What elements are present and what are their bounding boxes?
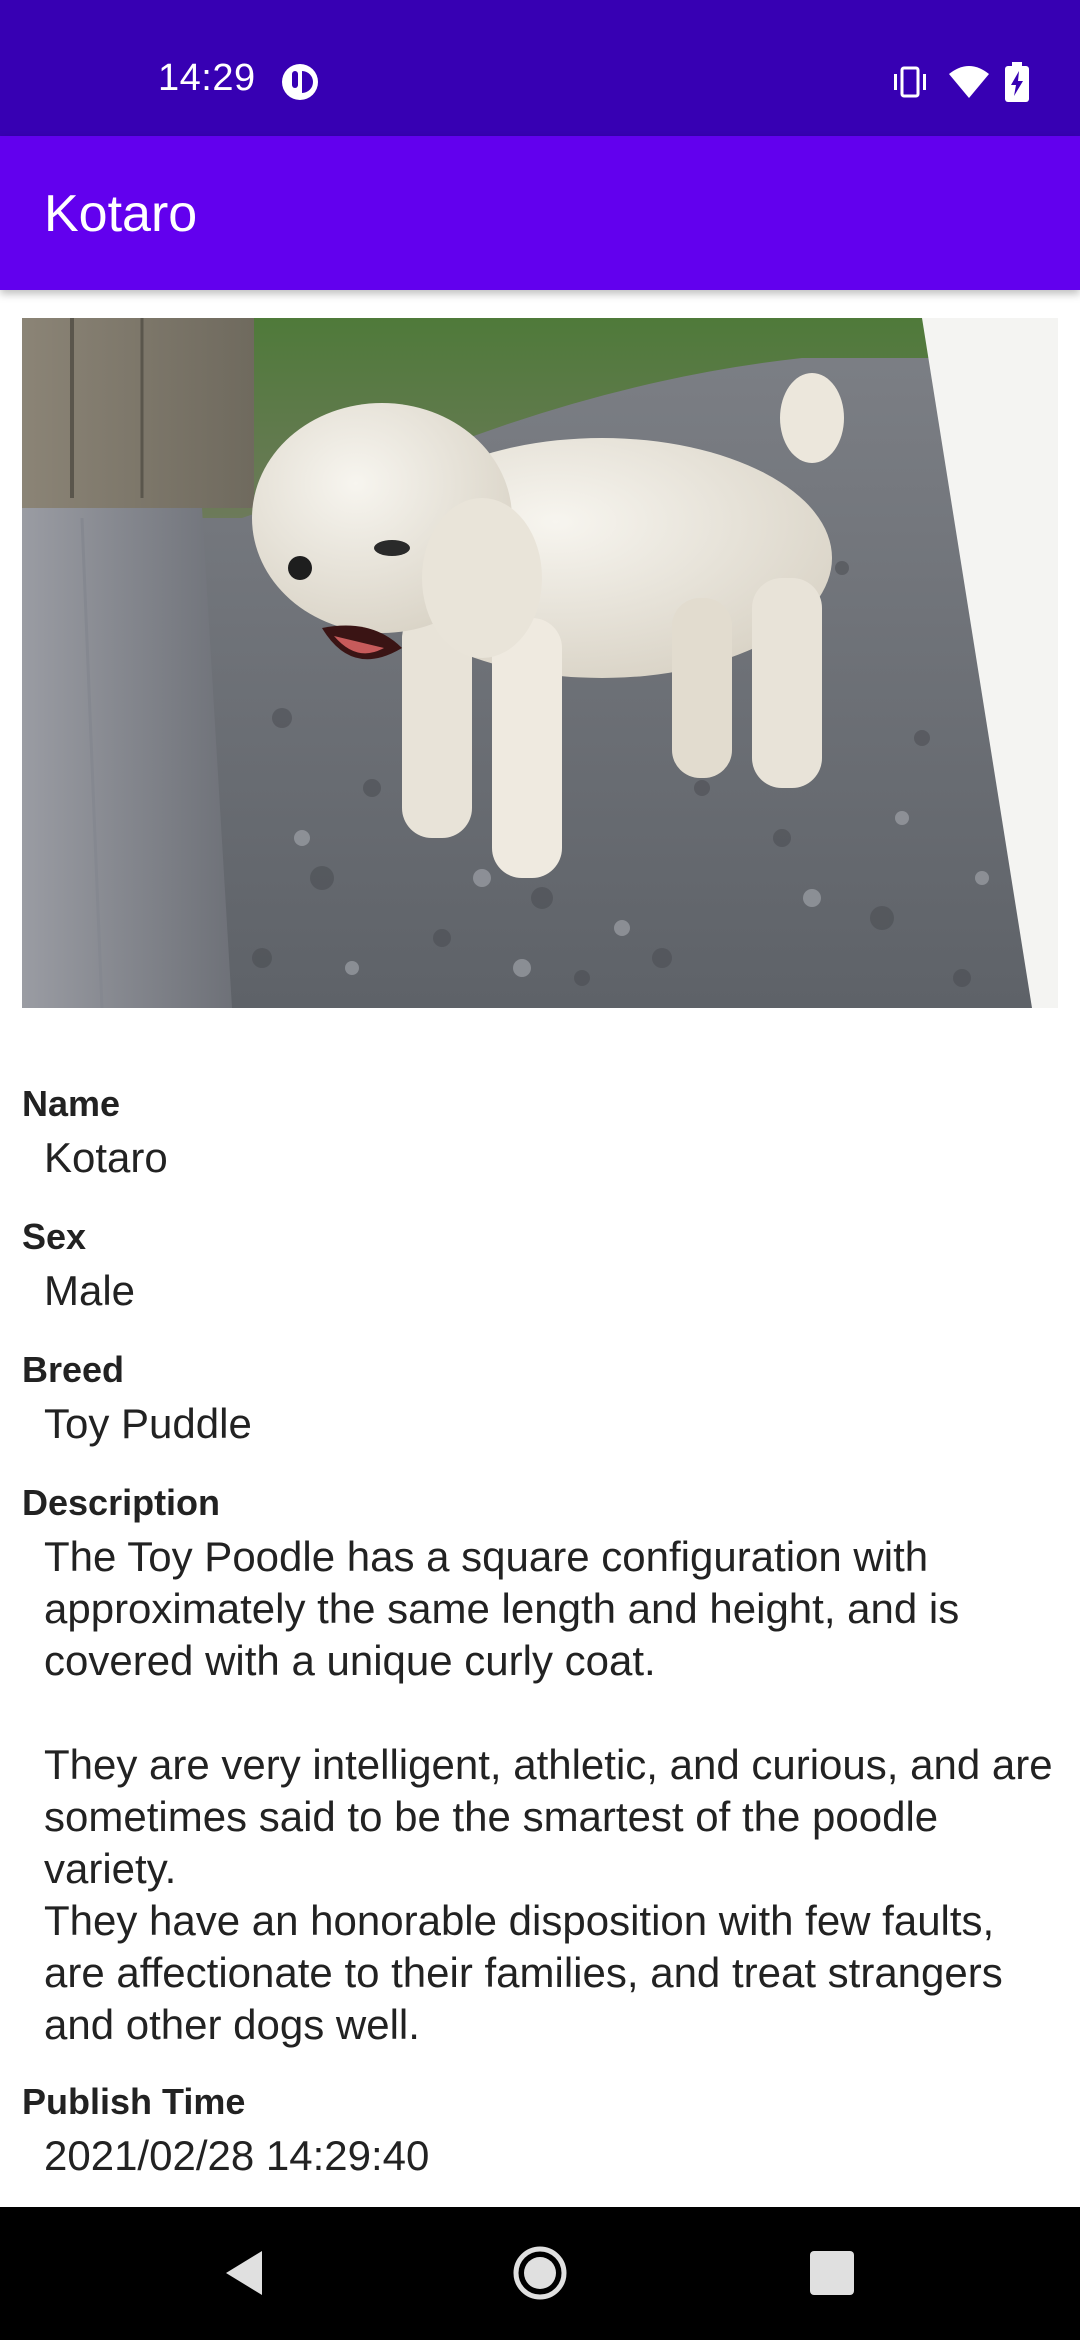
- status-bar: 14:29: [0, 0, 1080, 136]
- breed-value: Toy Puddle: [44, 1400, 252, 1447]
- publish-time-value: 2021/02/28 14:29:40: [44, 2132, 430, 2179]
- description-paragraph: They have an honorable disposition with …: [44, 1897, 1003, 2048]
- description-value: The Toy Poodle has a square configuratio…: [44, 1531, 1064, 2051]
- sex-label: Sex: [22, 1216, 87, 1257]
- app-bar: Kotaro: [0, 136, 1080, 290]
- detail-content[interactable]: Name Kotaro Sex Male Breed Toy Puddle De…: [0, 290, 1080, 2207]
- back-icon[interactable]: [212, 2241, 276, 2305]
- name-label: Name: [22, 1083, 121, 1124]
- notification-icon: [282, 64, 318, 100]
- status-time: 14:29: [158, 57, 256, 99]
- dog-photo: [22, 318, 1058, 1008]
- home-icon[interactable]: [508, 2241, 572, 2305]
- description-label: Description: [22, 1482, 221, 1523]
- publish-time-label: Publish Time: [22, 2081, 246, 2122]
- description-paragraph: The Toy Poodle has a square configuratio…: [44, 1533, 960, 1684]
- recents-icon[interactable]: [800, 2241, 864, 2305]
- app-bar-title: Kotaro: [44, 185, 198, 243]
- description-paragraph: They are very intelligent, athletic, and…: [44, 1741, 1053, 1892]
- name-value: Kotaro: [44, 1134, 168, 1181]
- wifi-icon: [949, 66, 989, 98]
- battery-charging-icon: [1005, 62, 1029, 102]
- sex-value: Male: [44, 1267, 136, 1314]
- navigation-bar: [0, 2207, 1080, 2340]
- vibrate-icon: [894, 66, 926, 98]
- breed-label: Breed: [22, 1349, 125, 1390]
